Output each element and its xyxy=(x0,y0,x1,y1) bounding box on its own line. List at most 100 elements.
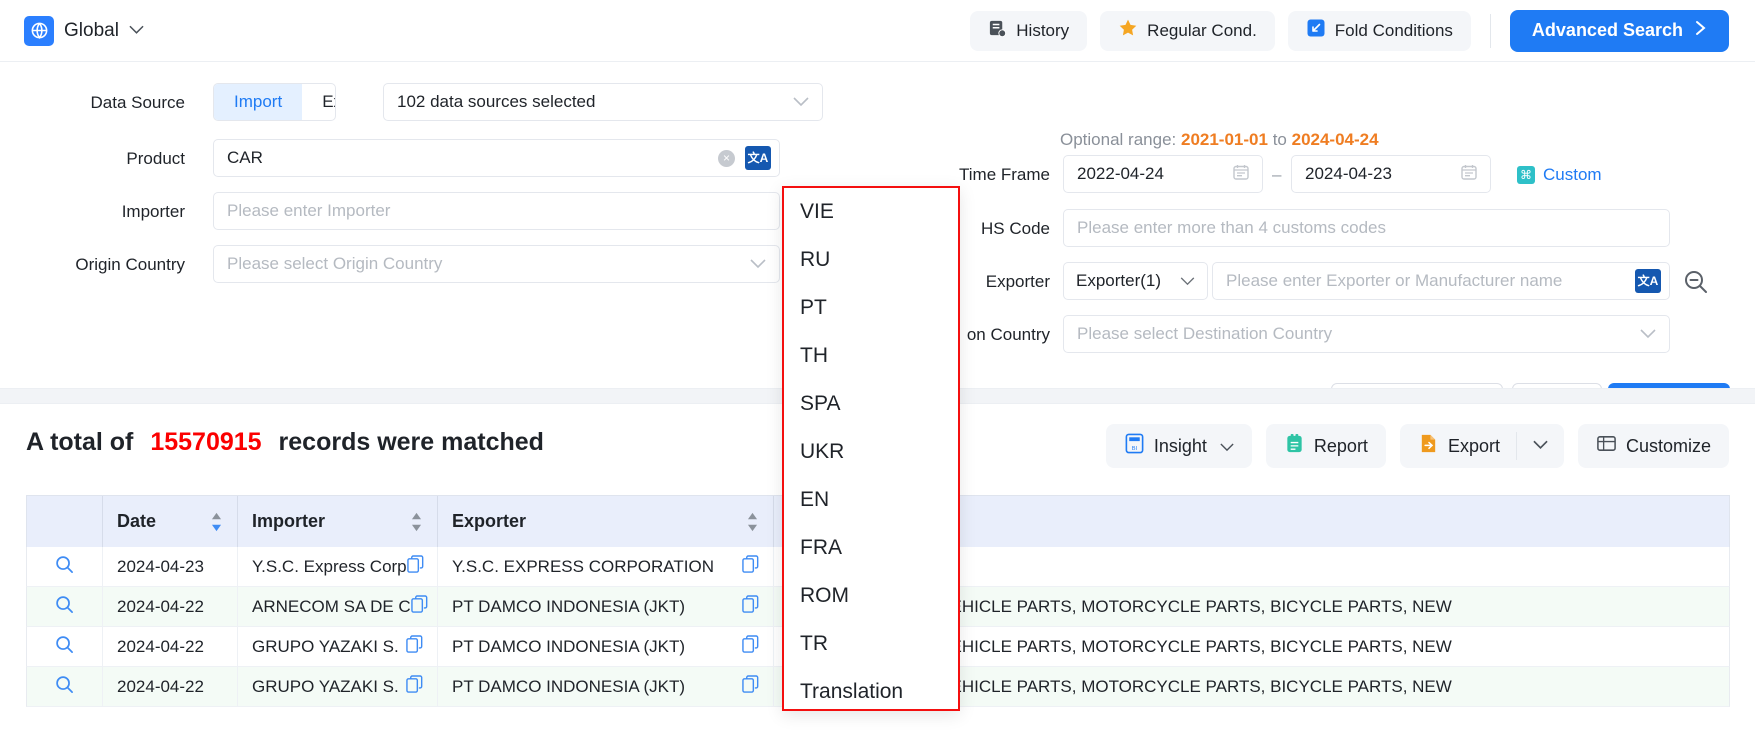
time-frame-end[interactable]: 2024-04-23 xyxy=(1291,155,1491,193)
exporter-input[interactable]: Please enter Exporter or Manufacturer na… xyxy=(1212,262,1670,300)
chevron-down-icon xyxy=(1180,271,1195,291)
origin-country-placeholder: Please select Origin Country xyxy=(214,254,442,274)
sort-arrows-icon[interactable] xyxy=(210,512,223,532)
data-sources-select[interactable]: 102 data sources selected xyxy=(383,83,823,121)
copy-icon[interactable] xyxy=(742,635,759,659)
clear-circle-icon[interactable]: × xyxy=(718,150,735,167)
translate-icon[interactable]: 文A xyxy=(1635,269,1661,293)
sort-arrows-icon[interactable] xyxy=(746,512,759,532)
exporter-mode-value: Exporter(1) xyxy=(1076,271,1161,291)
total-suffix: records were matched xyxy=(279,428,544,456)
translate-language-menu[interactable]: VIERUPTTHSPAUKRENFRAROMTRTranslation xyxy=(782,186,960,711)
insight-button[interactable]: BI Insight xyxy=(1106,424,1252,468)
copy-icon[interactable] xyxy=(742,595,759,619)
row-product-post: PARTS, VEHICLE PARTS, MOTORCYCLE PARTS, … xyxy=(875,597,1452,617)
language-menu-item[interactable]: RU xyxy=(784,236,958,284)
copy-icon[interactable] xyxy=(406,675,423,699)
export-dropdown-toggle[interactable] xyxy=(1517,437,1564,455)
region-label: Global xyxy=(64,20,119,42)
copy-icon[interactable] xyxy=(742,675,759,699)
chevron-right-icon xyxy=(1695,20,1707,41)
customize-button[interactable]: Customize xyxy=(1578,424,1729,468)
language-menu-item[interactable]: Translation xyxy=(784,668,958,716)
magnifier-icon[interactable] xyxy=(55,595,74,619)
language-menu-item[interactable]: PT xyxy=(784,284,958,332)
language-menu-item[interactable]: SPA xyxy=(784,380,958,428)
toolbar-divider xyxy=(1490,14,1491,48)
app-root: Global History Regular Cond. xyxy=(0,0,1755,736)
magnifier-icon[interactable] xyxy=(55,635,74,659)
export-tab[interactable]: Export xyxy=(302,84,336,120)
language-menu-item[interactable]: UKR xyxy=(784,428,958,476)
data-source-segmented[interactable]: Import Export xyxy=(213,83,336,121)
sort-arrows-icon[interactable] xyxy=(410,512,423,532)
globe-icon xyxy=(24,16,54,46)
row-view-cell[interactable] xyxy=(27,587,103,627)
table-col-importer[interactable]: Importer xyxy=(238,496,438,548)
destination-country-select[interactable]: Please select Destination Country xyxy=(1063,315,1670,353)
time-frame-start-value: 2022-04-24 xyxy=(1064,164,1164,184)
report-button[interactable]: Report xyxy=(1266,424,1386,468)
time-frame-end-value: 2024-04-23 xyxy=(1292,164,1392,184)
table-col-exporter-label: Exporter xyxy=(452,511,526,532)
optional-range-from: 2021-01-01 xyxy=(1181,130,1268,149)
region-selector[interactable]: Global xyxy=(24,16,144,46)
row-importer: GRUPO YAZAKI S. xyxy=(252,677,399,697)
row-product-post: PARTS, VEHICLE PARTS, MOTORCYCLE PARTS, … xyxy=(875,677,1452,697)
language-menu-item[interactable]: VIE xyxy=(784,188,958,236)
destination-country-placeholder: Please select Destination Country xyxy=(1064,324,1332,344)
row-exporter-cell: PT DAMCO INDONESIA (JKT) xyxy=(438,587,774,627)
product-input[interactable]: CAR × 文A xyxy=(213,139,780,177)
optional-range-to-word: to xyxy=(1273,130,1287,149)
language-menu-item[interactable]: FRA xyxy=(784,524,958,572)
row-exporter-cell: Y.S.C. EXPRESS CORPORATION xyxy=(438,547,774,587)
translate-icon[interactable]: 文A xyxy=(745,146,771,170)
custom-range-button[interactable]: ⌘ Custom xyxy=(1517,165,1602,185)
table-col-exporter[interactable]: Exporter xyxy=(438,496,774,548)
exporter-placeholder: Please enter Exporter or Manufacturer na… xyxy=(1213,271,1562,291)
magnifier-icon[interactable] xyxy=(55,555,74,579)
fold-conditions-label: Fold Conditions xyxy=(1335,21,1453,41)
exporter-mode-inner[interactable]: Exporter(1) xyxy=(1064,263,1207,299)
magnifier-icon[interactable] xyxy=(55,675,74,699)
copy-icon[interactable] xyxy=(411,595,428,619)
time-frame-label: Time Frame xyxy=(890,165,1050,185)
history-button[interactable]: History xyxy=(970,11,1087,51)
copy-icon[interactable] xyxy=(407,555,424,579)
row-importer: ARNECOM SA DE C xyxy=(252,597,411,617)
data-source-label: Data Source xyxy=(10,93,185,113)
exporter-mode-select[interactable]: Exporter(1) xyxy=(1063,262,1208,300)
row-view-cell[interactable] xyxy=(27,547,103,587)
importer-input[interactable]: Please enter Importer xyxy=(213,192,780,230)
origin-country-select[interactable]: Please select Origin Country xyxy=(213,245,780,283)
copy-icon[interactable] xyxy=(406,635,423,659)
magnifier-minus-icon[interactable] xyxy=(1681,267,1711,297)
row-exporter-cell: PT DAMCO INDONESIA (JKT) xyxy=(438,627,774,667)
copy-icon[interactable] xyxy=(742,555,759,579)
report-clipboard-icon xyxy=(1284,433,1305,459)
report-label: Report xyxy=(1314,436,1368,457)
regular-cond-button[interactable]: Regular Cond. xyxy=(1100,11,1275,51)
advanced-search-button[interactable]: Advanced Search xyxy=(1510,10,1729,52)
hs-code-input[interactable]: Please enter more than 4 customs codes xyxy=(1063,209,1670,247)
row-view-cell[interactable] xyxy=(27,667,103,707)
history-label: History xyxy=(1016,21,1069,41)
fold-conditions-button[interactable]: Fold Conditions xyxy=(1288,11,1471,51)
export-button[interactable]: Export xyxy=(1400,433,1516,459)
language-menu-item[interactable]: TH xyxy=(784,332,958,380)
language-menu-item[interactable]: ROM xyxy=(784,572,958,620)
row-exporter: PT DAMCO INDONESIA (JKT) xyxy=(452,637,685,657)
language-menu-item[interactable]: EN xyxy=(784,476,958,524)
optional-range: Optional range: 2021-01-01 to 2024-04-24 xyxy=(1060,130,1379,150)
time-frame-start[interactable]: 2022-04-24 xyxy=(1063,155,1263,193)
import-tab[interactable]: Import xyxy=(214,84,302,120)
chevron-down-icon xyxy=(1533,437,1548,455)
chevron-down-icon[interactable] xyxy=(129,23,144,38)
row-view-cell[interactable] xyxy=(27,627,103,667)
product-value: CAR xyxy=(214,148,263,168)
product-label: Product xyxy=(10,149,185,169)
export-doc-icon xyxy=(1418,433,1439,459)
date-range-separator: – xyxy=(1272,165,1281,185)
table-col-date[interactable]: Date xyxy=(103,496,238,548)
language-menu-item[interactable]: TR xyxy=(784,620,958,668)
